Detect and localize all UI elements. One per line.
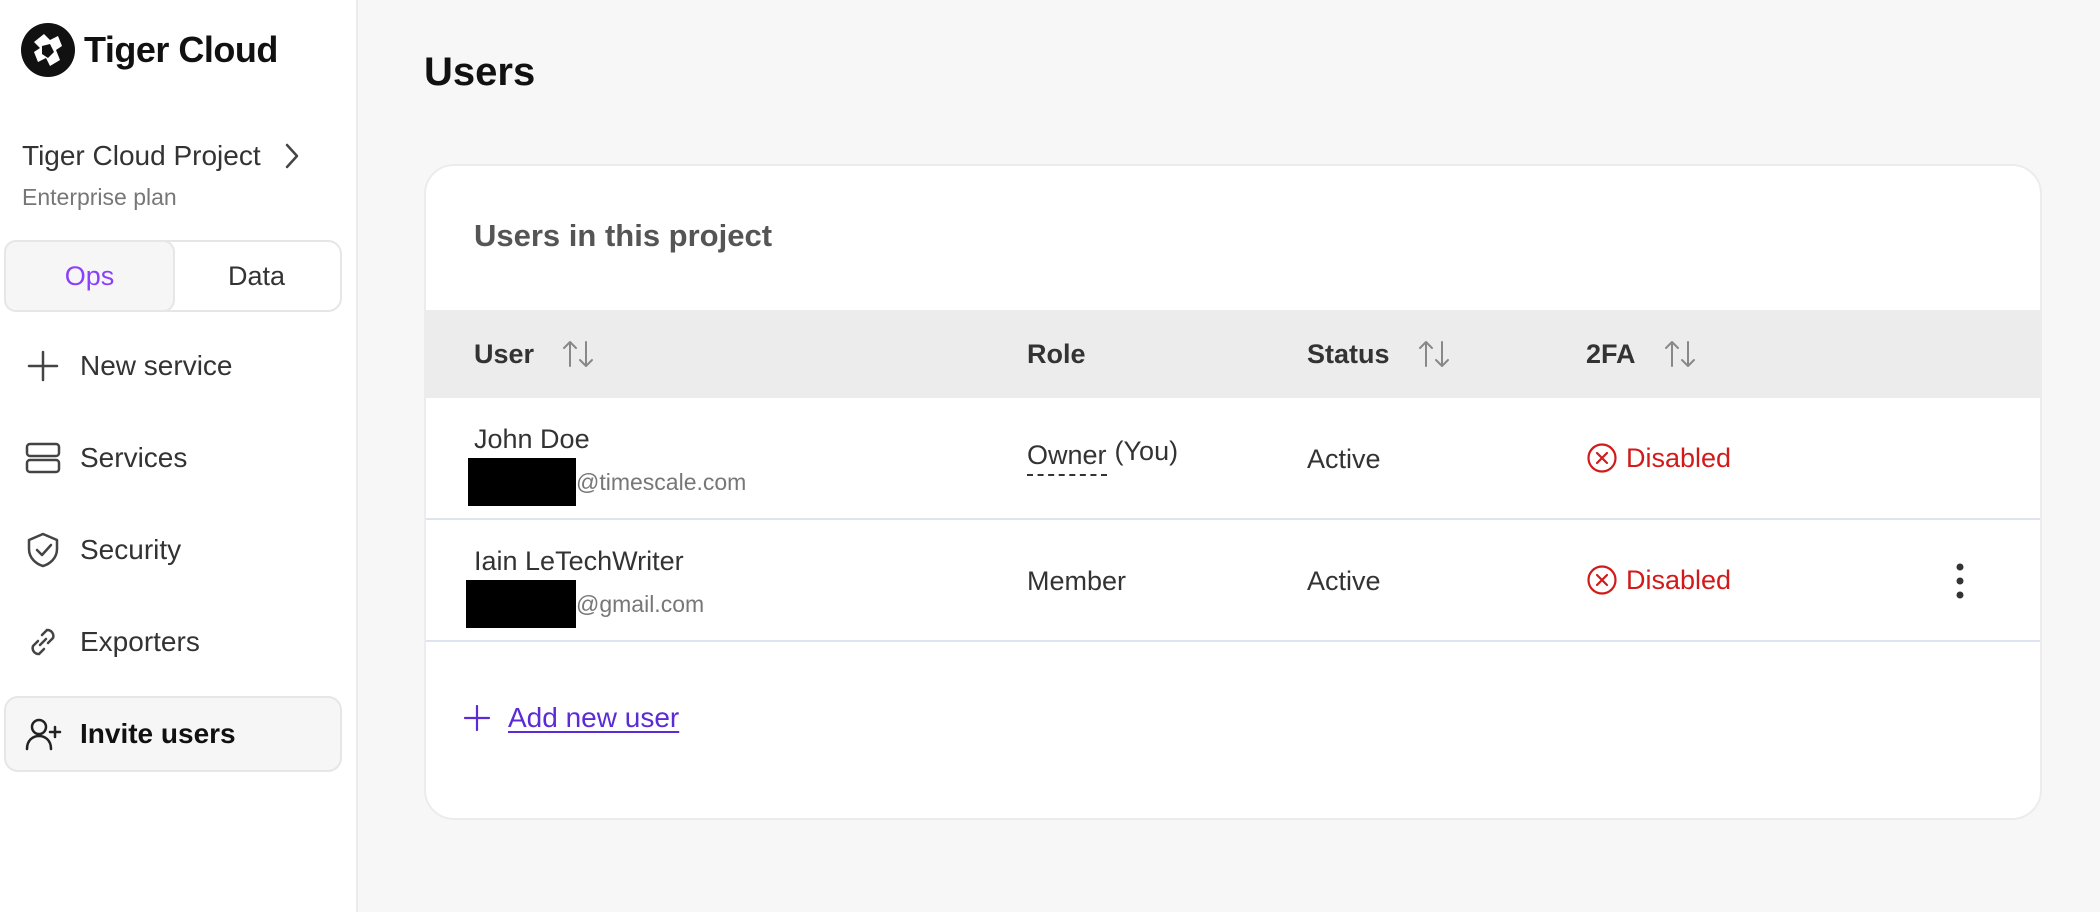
column-header-2fa: 2FA	[1586, 310, 1698, 398]
column-header-status: Status	[1307, 310, 1452, 398]
user-status: Active	[1307, 444, 1381, 474]
tfa-status: Disabled	[1586, 564, 1731, 596]
table-header: User Role Status 2FA	[426, 310, 2040, 398]
add-new-user-label: Add new user	[508, 702, 680, 733]
more-options-icon[interactable]	[1950, 560, 1970, 602]
redacted-block	[466, 580, 576, 628]
toggle-ops[interactable]: Ops	[4, 240, 175, 312]
plus-icon	[463, 704, 491, 732]
user-email: @gmail.com	[466, 580, 704, 628]
users-card: Users in this project User Role Status 2…	[424, 164, 2042, 820]
server-icon	[25, 442, 61, 474]
sidebar-item-security[interactable]: Security	[4, 512, 342, 588]
sidebar-item-label: Invite users	[80, 718, 236, 749]
sidebar-item-label: Security	[80, 534, 182, 565]
shield-check-icon	[27, 532, 59, 568]
brand-logo[interactable]: Tiger Cloud	[20, 22, 278, 78]
user-name: John Doe	[474, 424, 590, 454]
column-header-role: Role	[1027, 310, 1086, 398]
column-header-user: User	[474, 310, 596, 398]
sidebar: Tiger Cloud Tiger Cloud Project Enterpri…	[0, 0, 358, 912]
role-label: Owner	[1027, 440, 1107, 476]
redacted-block	[468, 458, 576, 506]
chevron-right-icon	[285, 143, 298, 169]
project-plan: Enterprise plan	[22, 184, 177, 210]
x-circle-icon	[1587, 565, 1617, 595]
sidebar-item-services[interactable]: Services	[4, 420, 342, 496]
tiger-logo-icon	[21, 23, 75, 77]
sort-icon[interactable]	[1416, 338, 1452, 370]
tfa-label: Disabled	[1626, 564, 1732, 595]
sidebar-item-label: Services	[80, 442, 188, 473]
user-email: @timescale.com	[468, 458, 746, 506]
card-title: Users in this project	[474, 218, 773, 253]
email-domain: @gmail.com	[576, 590, 705, 617]
user-name: Iain LeTechWriter	[474, 546, 684, 576]
column-header-label: Role	[1027, 338, 1086, 369]
column-header-label: Status	[1307, 338, 1390, 369]
user-role: Member	[1027, 566, 1126, 597]
add-new-user-link[interactable]: Add new user	[462, 702, 679, 734]
sidebar-item-label: Exporters	[80, 626, 200, 657]
sort-icon[interactable]	[560, 338, 596, 370]
table-row: Iain LeTechWriter @gmail.com Member Acti…	[426, 520, 2040, 642]
sidebar-item-new-service[interactable]: New service	[4, 328, 342, 404]
column-header-label: 2FA	[1586, 338, 1636, 369]
tfa-status: Disabled	[1586, 442, 1731, 474]
x-circle-icon	[1587, 443, 1617, 473]
user-status: Active	[1307, 566, 1381, 596]
sidebar-item-exporters[interactable]: Exporters	[4, 604, 342, 680]
sidebar-item-invite-users[interactable]: Invite users	[4, 696, 342, 772]
role-label: Member	[1027, 566, 1127, 596]
sort-icon[interactable]	[1662, 338, 1698, 370]
column-header-label: User	[474, 338, 535, 369]
user-role: Owner (You)	[1027, 436, 1178, 476]
sidebar-nav: New service Services Security Exporters	[4, 328, 342, 788]
ops-data-toggle: Ops Data	[4, 240, 342, 312]
email-domain: @timescale.com	[576, 468, 747, 495]
toggle-data[interactable]: Data	[173, 242, 340, 310]
project-name: Tiger Cloud Project	[22, 140, 261, 171]
project-switcher[interactable]: Tiger Cloud Project Enterprise plan	[22, 140, 332, 211]
link-icon	[31, 628, 55, 656]
user-plus-icon	[25, 718, 62, 751]
sidebar-item-label: New service	[80, 350, 233, 381]
page-title: Users	[424, 50, 536, 94]
table-row: John Doe @timescale.com Owner (You) Activ…	[426, 398, 2040, 520]
plus-icon	[27, 350, 59, 382]
tfa-label: Disabled	[1626, 442, 1732, 473]
brand-name: Tiger Cloud	[84, 29, 278, 70]
role-note: (You)	[1114, 436, 1179, 466]
